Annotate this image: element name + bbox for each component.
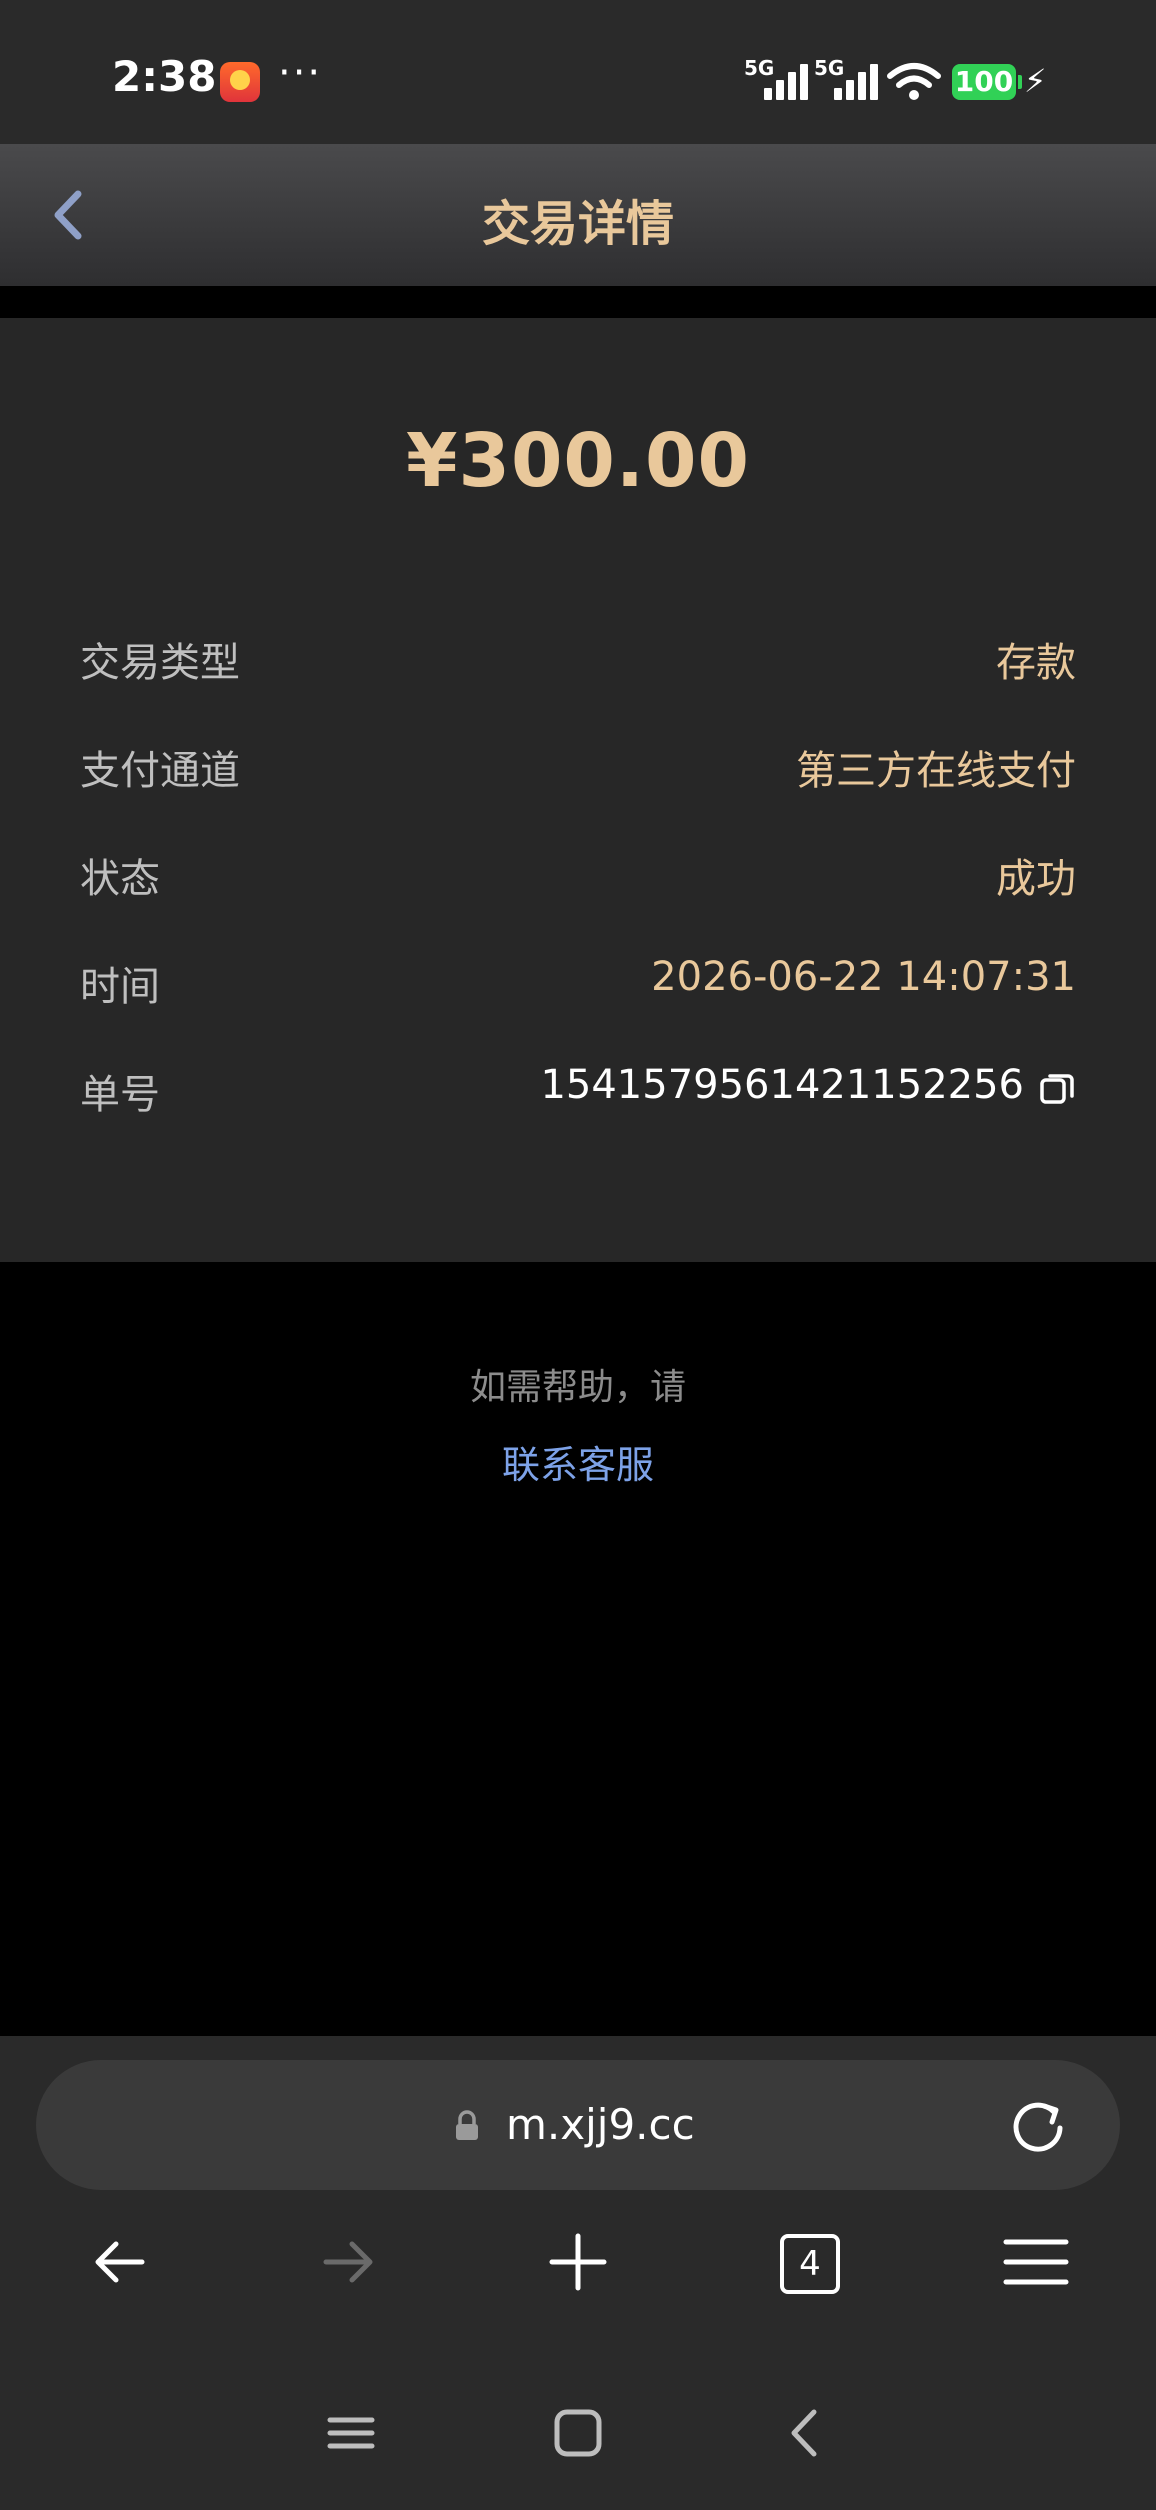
tab-count: 4 [780,2234,840,2294]
detail-row-order-number: 单号 1541579561421152256 [80,1052,1076,1122]
app-notification-icon [220,62,260,102]
reload-icon[interactable] [1008,2096,1068,2156]
lock-icon [456,2110,478,2140]
recent-apps-icon[interactable] [316,2398,386,2468]
more-notifications-icon: ··· [278,50,323,96]
detail-value: 成功 [996,856,1076,902]
new-tab-icon[interactable] [538,2222,618,2302]
page-title: 交易详情 [481,196,674,252]
detail-row-channel: 支付通道 第三方在线支付 [80,728,1076,798]
detail-value: 第三方在线支付 [796,748,1076,794]
order-number: 1541579561421152256 [540,1062,1024,1108]
transaction-amount: ¥300.00 [405,418,751,504]
menu-icon[interactable] [996,2222,1076,2302]
forward-arrow-icon[interactable] [308,2222,388,2302]
signal-label: 5G [814,56,845,80]
signal-label: 5G [744,56,775,80]
tabs-icon[interactable]: 4 [768,2222,848,2302]
back-icon[interactable] [770,2398,840,2468]
battery-icon: 100 [952,64,1022,100]
wifi-icon [887,63,941,100]
home-icon[interactable] [543,2398,613,2468]
detail-value: 2026-06-22 14:07:31 [651,954,1076,1000]
transaction-card: ¥300.00 交易类型 存款 支付通道 第三方在线支付 状态 成功 时间 20… [0,318,1156,1262]
copy-icon[interactable] [1038,1070,1076,1108]
detail-row-time: 时间 2026-06-22 14:07:31 [80,944,1076,1014]
detail-row-status: 状态 成功 [80,836,1076,906]
header-bar: 交易详情 [0,144,1156,286]
detail-label: 状态 [80,856,160,902]
charging-icon: ⚡ [1024,62,1047,100]
contact-support-link[interactable]: 联系客服 [0,1434,1156,1489]
help-prompt: 如需帮助，请 [469,1367,686,1408]
url-text: m.xjj9.cc [506,2100,695,2149]
detail-label: 交易类型 [80,640,240,686]
address-bar[interactable]: m.xjj9.cc [36,2060,1120,2190]
status-time: 2:38 [112,52,217,101]
status-bar: 2:38 ··· 5G 5G 100 ⚡ [0,0,1156,144]
back-arrow-icon[interactable] [80,2222,160,2302]
detail-value: 存款 [996,640,1076,686]
detail-label: 时间 [80,964,160,1010]
detail-row-type: 交易类型 存款 [80,620,1076,690]
detail-label: 支付通道 [80,748,240,794]
detail-label: 单号 [80,1072,160,1118]
